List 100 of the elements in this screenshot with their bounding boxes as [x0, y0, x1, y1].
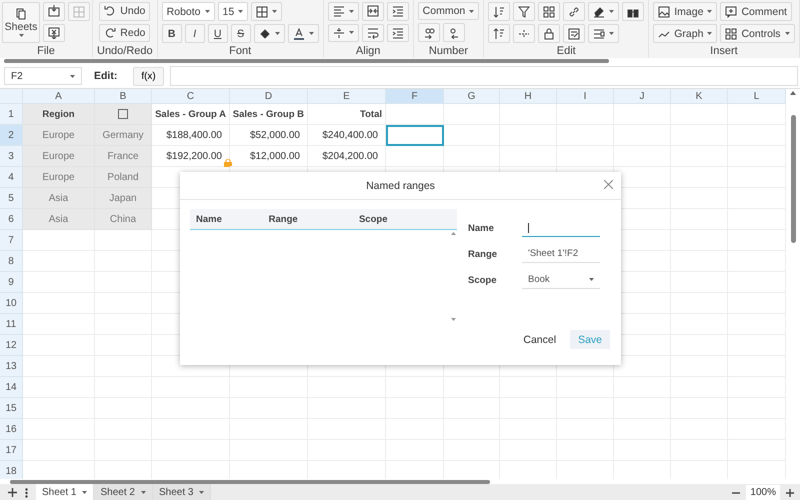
- sheet-tab[interactable]: Sheet 3: [152, 484, 212, 500]
- formula-input[interactable]: [170, 66, 798, 86]
- fill-color-button[interactable]: [254, 24, 285, 43]
- font-size-select[interactable]: 15: [218, 2, 248, 21]
- lock-button[interactable]: [538, 24, 560, 43]
- row-header[interactable]: 10: [0, 293, 23, 314]
- row-header[interactable]: 18: [0, 461, 23, 479]
- column-header[interactable]: A: [23, 89, 95, 104]
- caret-icon: [204, 10, 210, 13]
- row-header[interactable]: 11: [0, 314, 23, 335]
- export-button[interactable]: [43, 24, 65, 42]
- link-button[interactable]: [563, 2, 586, 21]
- column-header[interactable]: L: [728, 89, 786, 104]
- edit-label: Edit:: [94, 70, 118, 82]
- freeze-button[interactable]: [513, 24, 536, 43]
- row-header[interactable]: 4: [0, 167, 23, 188]
- column-header[interactable]: K: [671, 89, 728, 104]
- indent-button[interactable]: [386, 2, 409, 20]
- strikethrough-button[interactable]: S: [230, 24, 251, 43]
- increase-decimal-button[interactable]: [418, 23, 440, 42]
- column-header[interactable]: D: [230, 89, 308, 104]
- wrap-button[interactable]: [362, 24, 384, 42]
- caret-icon: [348, 31, 354, 34]
- sort-button[interactable]: [488, 2, 510, 21]
- sort-icon: [493, 28, 506, 40]
- checkbox[interactable]: [118, 109, 128, 119]
- controls-button[interactable]: Controls: [720, 24, 795, 43]
- undo-button[interactable]: Undo: [99, 2, 150, 20]
- import-button[interactable]: [43, 2, 65, 20]
- zoom-in-icon[interactable]: [786, 488, 794, 496]
- column-header[interactable]: J: [614, 89, 671, 104]
- selected-cell[interactable]: [386, 125, 444, 146]
- function-button[interactable]: f(x): [133, 66, 164, 86]
- scroll-up-icon[interactable]: [450, 232, 456, 235]
- scrollbar-thumb[interactable]: [10, 480, 490, 484]
- column-header[interactable]: E: [308, 89, 386, 104]
- row-header[interactable]: 6: [0, 209, 23, 230]
- group-label: Edit: [556, 45, 576, 57]
- image-icon: [658, 6, 670, 18]
- outdent-button[interactable]: [386, 24, 409, 42]
- search-button[interactable]: [622, 2, 644, 21]
- borders-button[interactable]: [251, 2, 282, 21]
- column-header[interactable]: F: [386, 89, 444, 104]
- sort-button[interactable]: [488, 24, 510, 43]
- column-header[interactable]: H: [500, 89, 557, 104]
- row-header[interactable]: 9: [0, 272, 23, 293]
- cancel-button[interactable]: Cancel: [515, 330, 564, 349]
- decrease-decimal-button[interactable]: [442, 23, 465, 42]
- table-cell: Europe: [23, 146, 95, 167]
- format-button[interactable]: [588, 24, 620, 43]
- bold-button[interactable]: B: [162, 24, 182, 43]
- column-header[interactable]: G: [444, 89, 500, 104]
- close-icon[interactable]: [604, 180, 613, 189]
- scroll-down-icon[interactable]: [450, 318, 456, 321]
- row-header[interactable]: 8: [0, 251, 23, 272]
- row-header[interactable]: 12: [0, 335, 23, 356]
- table-cell: $240,400.00: [308, 125, 386, 146]
- row-header[interactable]: 5: [0, 188, 23, 209]
- number-format-select[interactable]: Common: [418, 2, 480, 20]
- italic-button[interactable]: I: [184, 24, 205, 43]
- cell-reference-select[interactable]: F2: [4, 67, 82, 85]
- add-icon[interactable]: [8, 488, 17, 497]
- sheets-button[interactable]: Sheets: [2, 2, 40, 43]
- group-label: File: [37, 45, 55, 57]
- align-button[interactable]: [328, 2, 359, 20]
- row-header[interactable]: 2: [0, 125, 23, 146]
- caret-icon: [609, 32, 614, 35]
- row-header[interactable]: 3: [0, 146, 23, 167]
- font-family-select[interactable]: Roboto: [162, 2, 215, 21]
- comment-button[interactable]: Comment: [720, 2, 792, 21]
- grid-button[interactable]: [538, 2, 560, 21]
- row-header[interactable]: 1: [0, 104, 23, 125]
- more-icon[interactable]: [25, 488, 28, 498]
- font-color-button[interactable]: [288, 24, 319, 43]
- form-button[interactable]: [563, 24, 586, 43]
- vertical-align-button[interactable]: [328, 24, 359, 42]
- row-header[interactable]: 15: [0, 398, 23, 419]
- row-header[interactable]: 14: [0, 377, 23, 398]
- filter-button[interactable]: [513, 2, 536, 21]
- scroll-up-icon[interactable]: [790, 91, 796, 95]
- row-header[interactable]: 17: [0, 440, 23, 461]
- scrollbar-thumb[interactable]: [790, 115, 796, 243]
- merge-button[interactable]: [362, 2, 384, 20]
- caret-icon: [348, 10, 354, 13]
- clear-button[interactable]: [588, 2, 620, 21]
- row-header[interactable]: 7: [0, 230, 23, 251]
- graph-button[interactable]: Graph: [653, 24, 718, 43]
- scrollbar-thumb[interactable]: [4, 59, 609, 63]
- dialog-title: Named ranges: [366, 180, 435, 192]
- column-header[interactable]: B: [95, 89, 152, 104]
- column-header[interactable]: I: [557, 89, 614, 104]
- underline-button[interactable]: U: [208, 24, 228, 43]
- column-header[interactable]: C: [152, 89, 230, 104]
- image-button[interactable]: Image: [653, 2, 718, 21]
- sheet-tab[interactable]: Sheet 1: [36, 484, 94, 500]
- row-header[interactable]: 16: [0, 419, 23, 440]
- table-cell: Europe: [23, 125, 95, 146]
- redo-button[interactable]: Redo: [99, 24, 150, 42]
- sheet-tab[interactable]: Sheet 2: [94, 484, 153, 500]
- row-header[interactable]: 13: [0, 356, 23, 377]
